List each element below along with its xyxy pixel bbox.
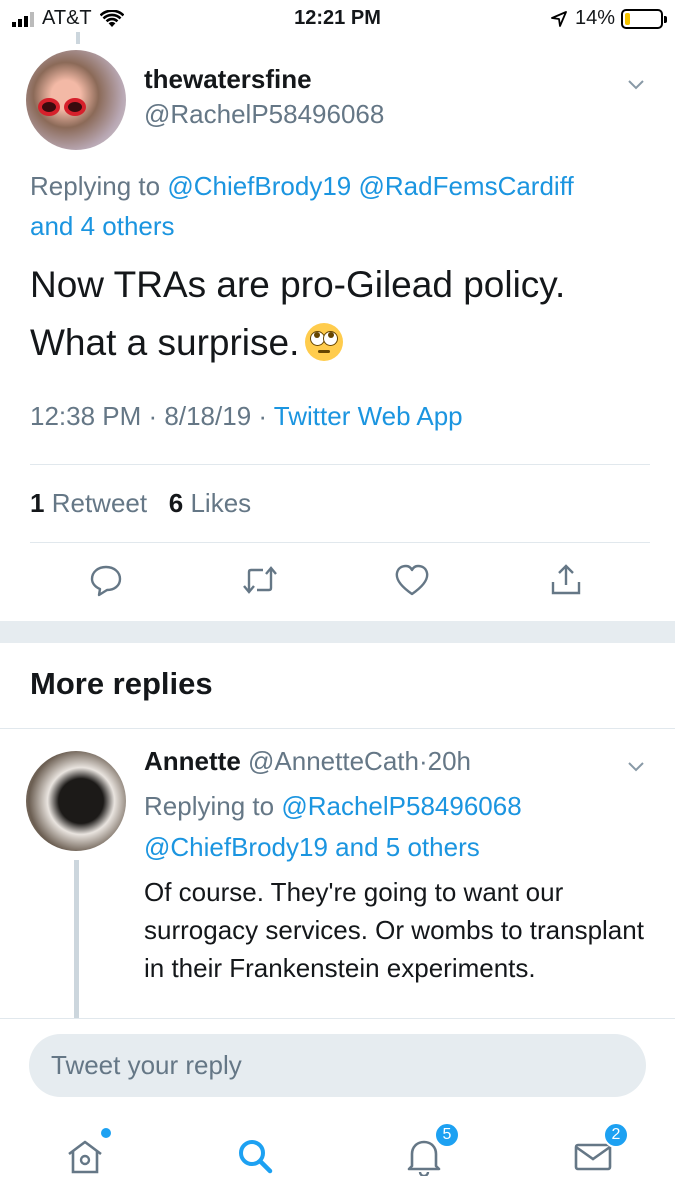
battery-percent: 14% (574, 7, 615, 29)
rolling-eyes-emoji-icon (305, 323, 344, 361)
share-icon[interactable] (546, 560, 586, 600)
retweets-stat[interactable]: 1 Retweet (30, 488, 147, 518)
reply-input[interactable]: Tweet your reply (29, 1034, 646, 1097)
tab-bar: 5 2 (0, 1120, 675, 1200)
thread-connector-line (74, 860, 79, 1020)
messages-badge: 2 (603, 1122, 629, 1148)
tweet-text: Now TRAs are pro-Gilead policy. What a s… (30, 264, 566, 363)
others-link[interactable]: and 4 others (30, 211, 175, 241)
source-link[interactable]: Twitter Web App (274, 401, 463, 431)
more-replies-heading: More replies (30, 666, 213, 701)
tab-search[interactable] (233, 1134, 277, 1178)
likes-stat[interactable]: 6 Likes (169, 488, 251, 518)
tweet-text: Of course. They're going to want our sur… (144, 877, 644, 983)
divider (0, 1018, 675, 1019)
thread-connector-line (76, 32, 80, 44)
replying-to: Replying to @RachelP58496068 @ChiefBrody… (144, 791, 522, 862)
avatar[interactable] (26, 50, 126, 150)
mention-link[interactable]: @RadFemsCardiff (358, 171, 573, 201)
notifications-badge: 5 (434, 1122, 460, 1148)
retweet-icon[interactable] (240, 560, 280, 600)
mention-link[interactable]: @ChiefBrody19 (144, 832, 328, 862)
mention-link[interactable]: @ChiefBrody19 (167, 171, 351, 201)
chevron-down-icon[interactable] (626, 74, 646, 94)
avatar[interactable] (26, 751, 126, 851)
others-link[interactable]: and 5 others (335, 832, 480, 862)
user-handle[interactable]: @AnnetteCath (248, 746, 419, 776)
engagement-stats: 1 Retweet 6 Likes (30, 488, 251, 519)
reply-icon[interactable] (86, 560, 126, 600)
battery-icon (621, 8, 667, 29)
like-icon[interactable] (392, 560, 432, 600)
mention-link[interactable]: @RachelP58496068 (281, 791, 521, 821)
display-name[interactable]: thewatersfine (144, 64, 312, 95)
location-icon (551, 10, 567, 27)
chevron-down-icon[interactable] (626, 756, 646, 776)
search-icon (239, 1140, 273, 1174)
status-bar: AT&T 12:21 PM 14% (0, 0, 675, 38)
tab-messages[interactable]: 2 (571, 1122, 629, 1178)
home-icon (68, 1140, 102, 1174)
tweet-meta: 12:38 PM · 8/18/19 · Twitter Web App (30, 401, 463, 431)
tweet-actions (0, 560, 675, 606)
reply-header: Annette @AnnetteCath·20h (144, 746, 472, 776)
user-handle[interactable]: @RachelP58496068 (144, 99, 384, 130)
tab-home[interactable] (63, 1128, 111, 1178)
replying-to: Replying to @ChiefBrody19 @RadFemsCardif… (30, 171, 574, 241)
tweet-age[interactable]: 20h (428, 746, 471, 776)
divider (30, 464, 650, 465)
tab-notifications[interactable]: 5 (402, 1122, 460, 1178)
unread-dot (101, 1128, 111, 1138)
divider (0, 728, 675, 729)
display-name[interactable]: Annette (144, 746, 241, 776)
section-separator (0, 621, 675, 643)
divider (30, 542, 650, 543)
